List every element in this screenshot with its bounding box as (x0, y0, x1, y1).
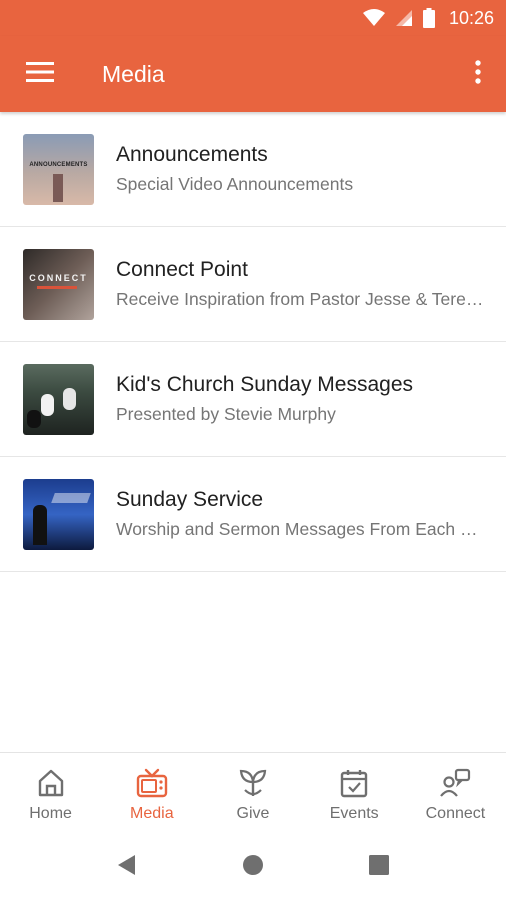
media-item-sunday-service[interactable]: Sunday Service Worship and Sermon Messag… (0, 457, 506, 572)
media-item-title: Kid's Church Sunday Messages (116, 373, 413, 396)
tab-label: Give (236, 805, 270, 822)
sprout-icon (238, 767, 268, 799)
tab-connect[interactable]: Connect (405, 753, 506, 834)
tab-events[interactable]: Events (304, 753, 405, 834)
media-item-title: Announcements (116, 143, 268, 166)
tab-label: Media (130, 805, 174, 822)
thumbnail-kids-church (23, 363, 94, 435)
home-icon (38, 767, 64, 799)
media-item-announcements[interactable]: ANNOUNCEMENTS Announcements Special Vide… (0, 112, 506, 227)
home-circle-icon (242, 854, 264, 881)
system-home-button[interactable] (190, 854, 316, 881)
menu-button[interactable] (0, 36, 80, 112)
system-navigation-bar (0, 834, 506, 900)
calendar-check-icon (340, 767, 368, 799)
status-time: 10:26 (448, 7, 494, 28)
page-title: Media (102, 60, 165, 87)
overflow-menu-button[interactable] (450, 36, 506, 112)
thumbnail-connect-point: CONNECT (23, 248, 94, 320)
wifi-icon (362, 9, 385, 27)
cellular-signal-icon (395, 9, 413, 27)
tab-give[interactable]: Give (202, 753, 303, 834)
recents-icon (369, 854, 389, 880)
thumbnail-announcements: ANNOUNCEMENTS (23, 133, 94, 205)
media-item-kids-church[interactable]: Kid's Church Sunday Messages Presented b… (0, 342, 506, 457)
thumbnail-sunday-service (23, 478, 94, 550)
tv-icon (136, 767, 168, 799)
tab-label: Events (329, 805, 379, 822)
tab-label: Connect (425, 805, 486, 822)
system-recents-button[interactable] (316, 854, 442, 880)
connect-people-icon (439, 767, 471, 799)
hamburger-menu-icon (26, 61, 54, 87)
bottom-navigation: Home Media Give Events Connect (0, 752, 506, 834)
media-item-subtitle: Worship and Sermon Messages From Each Su… (116, 519, 488, 539)
back-icon (117, 854, 137, 881)
media-item-subtitle: Presented by Stevie Murphy (116, 404, 336, 424)
media-screen: 10:26 Media ANNOUNCEMENTS Announcements … (0, 0, 506, 900)
app-bar: Media (0, 36, 506, 112)
battery-icon (422, 8, 435, 28)
thumbnail-caption: CONNECT (29, 272, 88, 283)
thumbnail-caption: ANNOUNCEMENTS (29, 161, 88, 168)
status-bar: 10:26 (0, 0, 506, 36)
tab-label: Home (29, 805, 72, 822)
media-item-subtitle: Receive Inspiration from Pastor Jesse & … (116, 289, 488, 309)
system-back-button[interactable] (64, 854, 190, 881)
media-list: ANNOUNCEMENTS Announcements Special Vide… (0, 112, 506, 572)
tab-media[interactable]: Media (101, 753, 202, 834)
tab-home[interactable]: Home (0, 753, 101, 834)
media-item-title: Connect Point (116, 258, 248, 281)
media-item-title: Sunday Service (116, 488, 264, 511)
media-item-connect-point[interactable]: CONNECT Connect Point Receive Inspiratio… (0, 227, 506, 342)
media-item-subtitle: Special Video Announcements (116, 174, 354, 194)
more-vert-icon (475, 59, 481, 89)
